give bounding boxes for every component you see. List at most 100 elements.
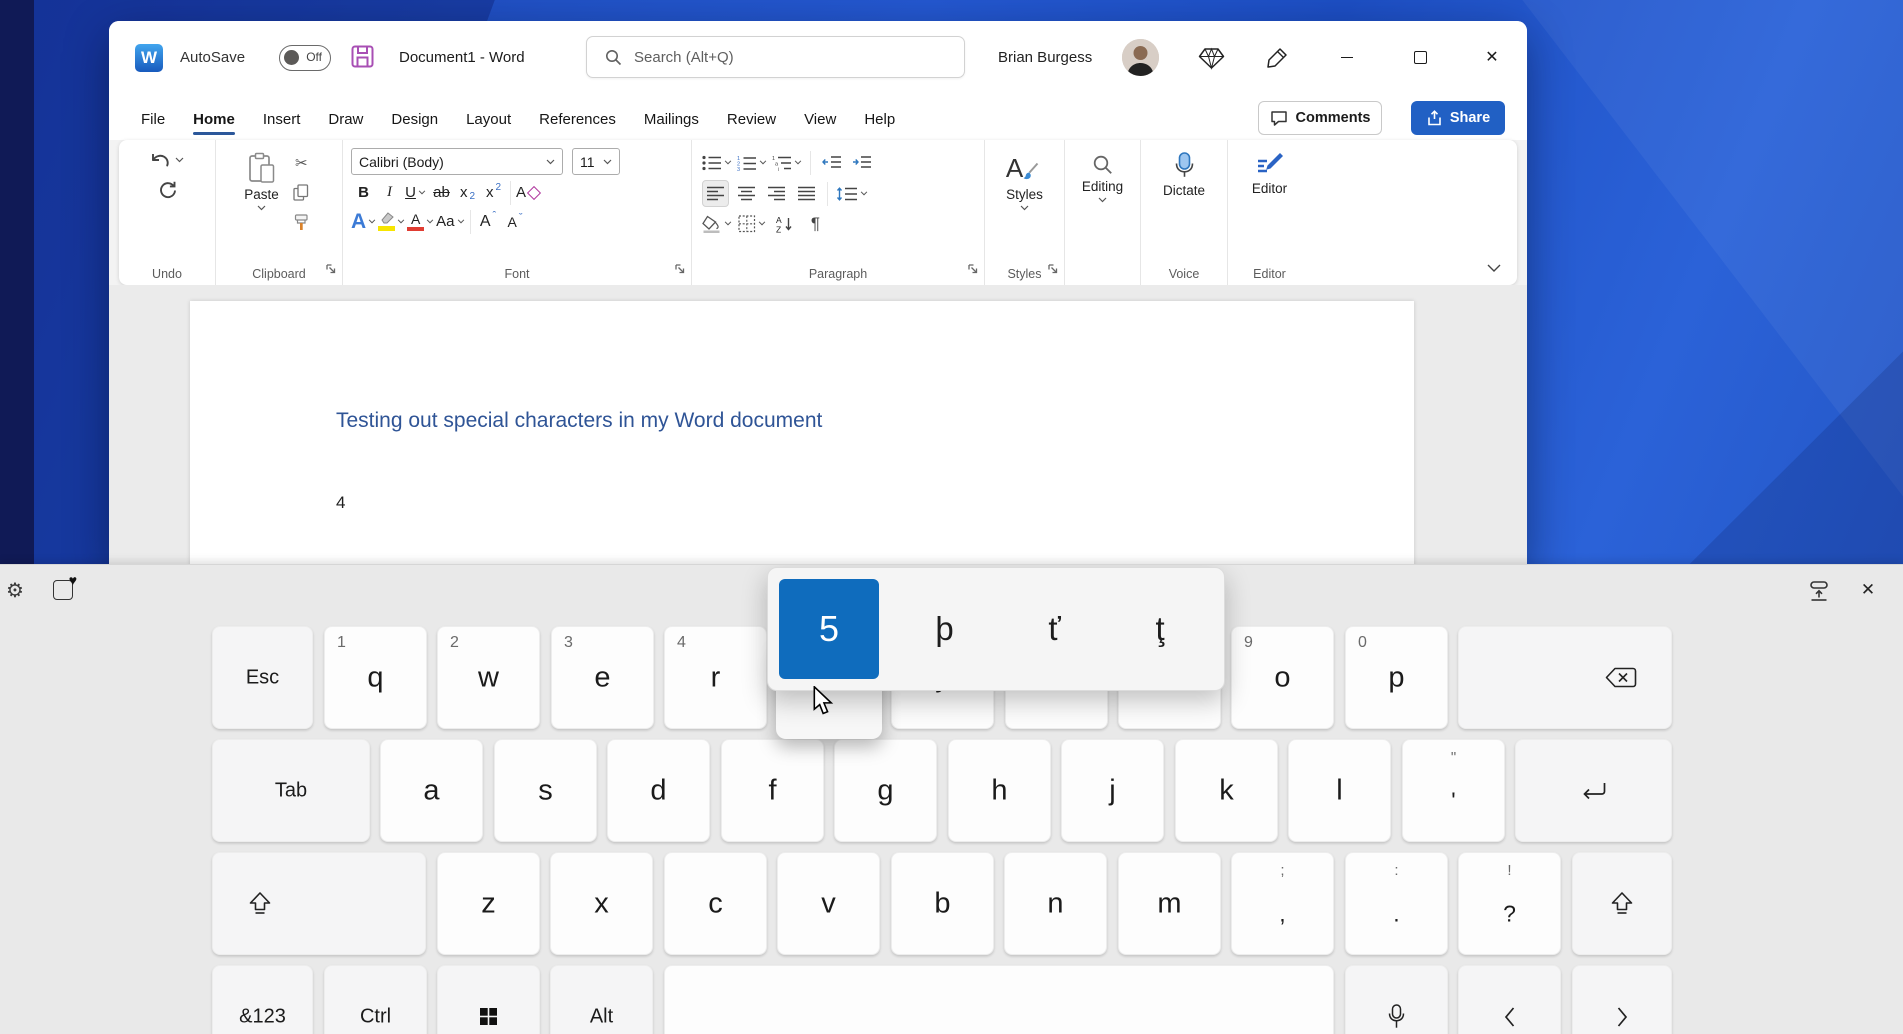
key-space[interactable]: [664, 965, 1334, 1034]
align-right-button[interactable]: [764, 181, 789, 206]
editing-button[interactable]: Editing: [1082, 148, 1123, 203]
italic-button[interactable]: I: [377, 180, 402, 205]
key-arrow-right[interactable]: [1572, 965, 1672, 1034]
keyboard-close-button[interactable]: ✕: [1855, 577, 1881, 603]
text-effects-button[interactable]: A: [351, 209, 376, 234]
bold-button[interactable]: B: [351, 180, 376, 205]
paste-button[interactable]: Paste: [244, 148, 279, 235]
copy-button[interactable]: [289, 180, 314, 205]
document-page[interactable]: Testing out special characters in my Wor…: [190, 301, 1414, 566]
key-c[interactable]: c: [664, 852, 767, 955]
sort-button[interactable]: AZ: [772, 211, 797, 236]
shrink-font-button[interactable]: Aˇ: [503, 209, 528, 234]
tab-design[interactable]: Design: [377, 100, 452, 138]
multilevel-list-button[interactable]: 1ai: [772, 150, 802, 175]
undo-button[interactable]: [146, 148, 188, 171]
change-case-button[interactable]: Aa: [436, 209, 464, 234]
key-m[interactable]: m: [1118, 852, 1221, 955]
highlight-button[interactable]: [378, 209, 405, 234]
key-esc[interactable]: Esc: [212, 626, 313, 729]
font-name-select[interactable]: Calibri (Body): [351, 148, 563, 175]
line-spacing-button[interactable]: [836, 181, 868, 206]
popup-option-1[interactable]: ť: [1048, 610, 1060, 648]
key-s[interactable]: s: [494, 739, 597, 842]
close-button[interactable]: ✕: [1469, 39, 1515, 75]
key-shift-left[interactable]: [212, 852, 426, 955]
key-tab[interactable]: Tab: [212, 739, 370, 842]
key-n[interactable]: n: [1004, 852, 1107, 955]
keyboard-dock-button[interactable]: [1806, 577, 1832, 603]
draw-pen-icon[interactable]: [1262, 43, 1292, 73]
key-comma[interactable]: ;,: [1231, 852, 1334, 955]
paragraph-dialog-launcher[interactable]: [968, 261, 978, 279]
key-e[interactable]: 3e: [551, 626, 654, 729]
key-question[interactable]: !?: [1458, 852, 1561, 955]
key-z[interactable]: z: [437, 852, 540, 955]
tab-home[interactable]: Home: [179, 100, 249, 138]
minimize-button[interactable]: [1324, 39, 1370, 75]
tab-draw[interactable]: Draw: [314, 100, 377, 138]
tab-layout[interactable]: Layout: [452, 100, 525, 138]
increase-indent-button[interactable]: [849, 150, 874, 175]
key-b[interactable]: b: [891, 852, 994, 955]
autosave-toggle[interactable]: Off: [279, 45, 331, 71]
align-center-button[interactable]: [734, 181, 759, 206]
strikethrough-button[interactable]: ab: [429, 180, 454, 205]
popup-option-2[interactable]: ţ: [1155, 610, 1164, 648]
dictate-button[interactable]: Dictate: [1163, 148, 1205, 198]
key-period[interactable]: :.: [1345, 852, 1448, 955]
popup-option-0[interactable]: þ: [935, 610, 953, 648]
underline-button[interactable]: U: [403, 180, 428, 205]
search-box[interactable]: Search (Alt+Q): [586, 36, 965, 78]
tab-review[interactable]: Review: [713, 100, 790, 138]
clear-formatting-button[interactable]: A: [515, 180, 540, 205]
tab-references[interactable]: References: [525, 100, 630, 138]
font-color-button[interactable]: A: [407, 209, 434, 234]
key-p[interactable]: 0p: [1345, 626, 1448, 729]
comments-button[interactable]: Comments: [1258, 101, 1382, 135]
key-f[interactable]: f: [721, 739, 824, 842]
tab-file[interactable]: File: [127, 100, 179, 138]
popup-selected-key[interactable]: 5: [779, 579, 879, 679]
key-symbols[interactable]: &123: [212, 965, 313, 1034]
tab-mailings[interactable]: Mailings: [630, 100, 713, 138]
key-mic[interactable]: [1345, 965, 1448, 1034]
tab-insert[interactable]: Insert: [249, 100, 315, 138]
key-r[interactable]: 4r: [664, 626, 767, 729]
key-d[interactable]: d: [607, 739, 710, 842]
editor-button[interactable]: Editor: [1252, 148, 1287, 196]
key-x[interactable]: x: [550, 852, 653, 955]
show-marks-button[interactable]: ¶: [803, 211, 828, 236]
save-icon[interactable]: [351, 45, 374, 73]
key-o[interactable]: 9o: [1231, 626, 1334, 729]
justify-button[interactable]: [794, 181, 819, 206]
avatar[interactable]: [1122, 39, 1159, 76]
key-a[interactable]: a: [380, 739, 483, 842]
word-logo-icon[interactable]: W: [135, 44, 163, 72]
numbering-button[interactable]: 123: [737, 150, 767, 175]
superscript-button[interactable]: x2: [481, 180, 506, 205]
key-alt[interactable]: Alt: [550, 965, 653, 1034]
tab-help[interactable]: Help: [850, 100, 909, 138]
key-w[interactable]: 2w: [437, 626, 540, 729]
key-h[interactable]: h: [948, 739, 1051, 842]
key-g[interactable]: g: [834, 739, 937, 842]
clipboard-dialog-launcher[interactable]: [326, 261, 336, 279]
borders-button[interactable]: [738, 211, 766, 236]
styles-dialog-launcher[interactable]: [1048, 261, 1058, 279]
key-k[interactable]: k: [1175, 739, 1278, 842]
collapse-ribbon-button[interactable]: [1487, 259, 1501, 277]
key-apostrophe[interactable]: "': [1402, 739, 1505, 842]
key-j[interactable]: j: [1061, 739, 1164, 842]
font-dialog-launcher[interactable]: [675, 261, 685, 279]
align-left-button[interactable]: [702, 180, 729, 207]
redo-button[interactable]: [154, 177, 181, 202]
key-enter[interactable]: [1515, 739, 1672, 842]
bullets-button[interactable]: [702, 150, 732, 175]
keyboard-settings-button[interactable]: ⚙: [2, 577, 28, 603]
font-size-select[interactable]: 11: [572, 148, 620, 175]
key-arrow-left[interactable]: [1458, 965, 1561, 1034]
key-shift-right[interactable]: [1572, 852, 1672, 955]
premium-diamond-icon[interactable]: [1196, 43, 1226, 73]
subscript-button[interactable]: x2: [455, 180, 480, 205]
